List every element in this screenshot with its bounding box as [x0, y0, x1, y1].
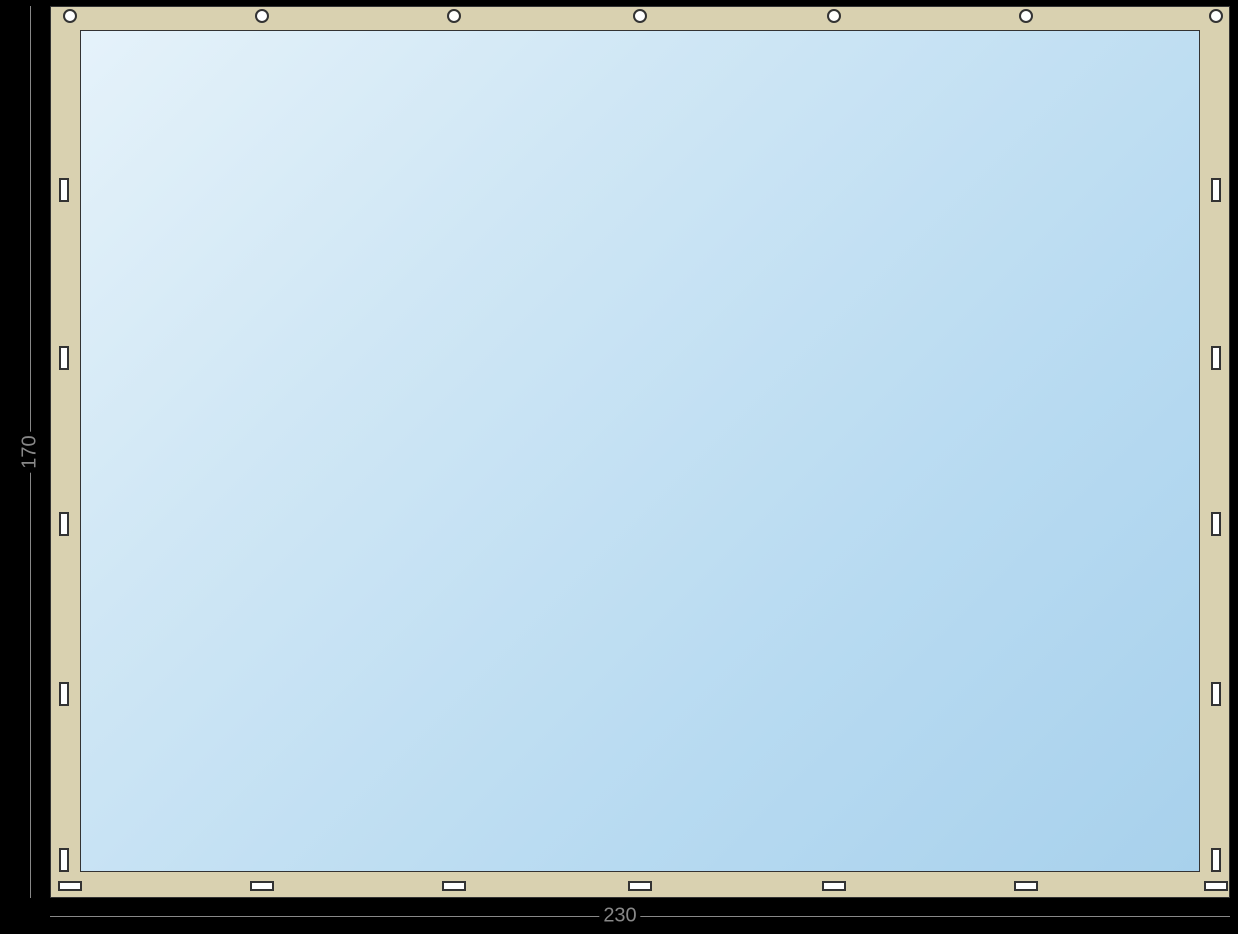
slot-icon — [59, 682, 69, 706]
slot-icon — [58, 881, 82, 891]
slot-icon — [59, 178, 69, 202]
grommet-icon — [255, 9, 269, 23]
grommet-icon — [447, 9, 461, 23]
slot-icon — [1211, 512, 1221, 536]
slot-icon — [628, 881, 652, 891]
slot-icon — [1211, 178, 1221, 202]
grommet-icon — [827, 9, 841, 23]
grommet-icon — [1019, 9, 1033, 23]
slot-icon — [1014, 881, 1038, 891]
slot-icon — [59, 346, 69, 370]
slot-icon — [1204, 881, 1228, 891]
slot-icon — [1211, 682, 1221, 706]
dimension-width-label: 230 — [599, 905, 640, 928]
slot-icon — [250, 881, 274, 891]
slot-icon — [1211, 848, 1221, 872]
diagram-stage: 230 170 — [0, 0, 1238, 934]
grommet-icon — [633, 9, 647, 23]
grommet-icon — [1209, 9, 1223, 23]
slot-icon — [822, 881, 846, 891]
dimension-height-label: 170 — [19, 431, 42, 472]
tarp-panel — [80, 30, 1200, 872]
slot-icon — [1211, 346, 1221, 370]
grommet-icon — [63, 9, 77, 23]
slot-icon — [442, 881, 466, 891]
slot-icon — [59, 848, 69, 872]
slot-icon — [59, 512, 69, 536]
